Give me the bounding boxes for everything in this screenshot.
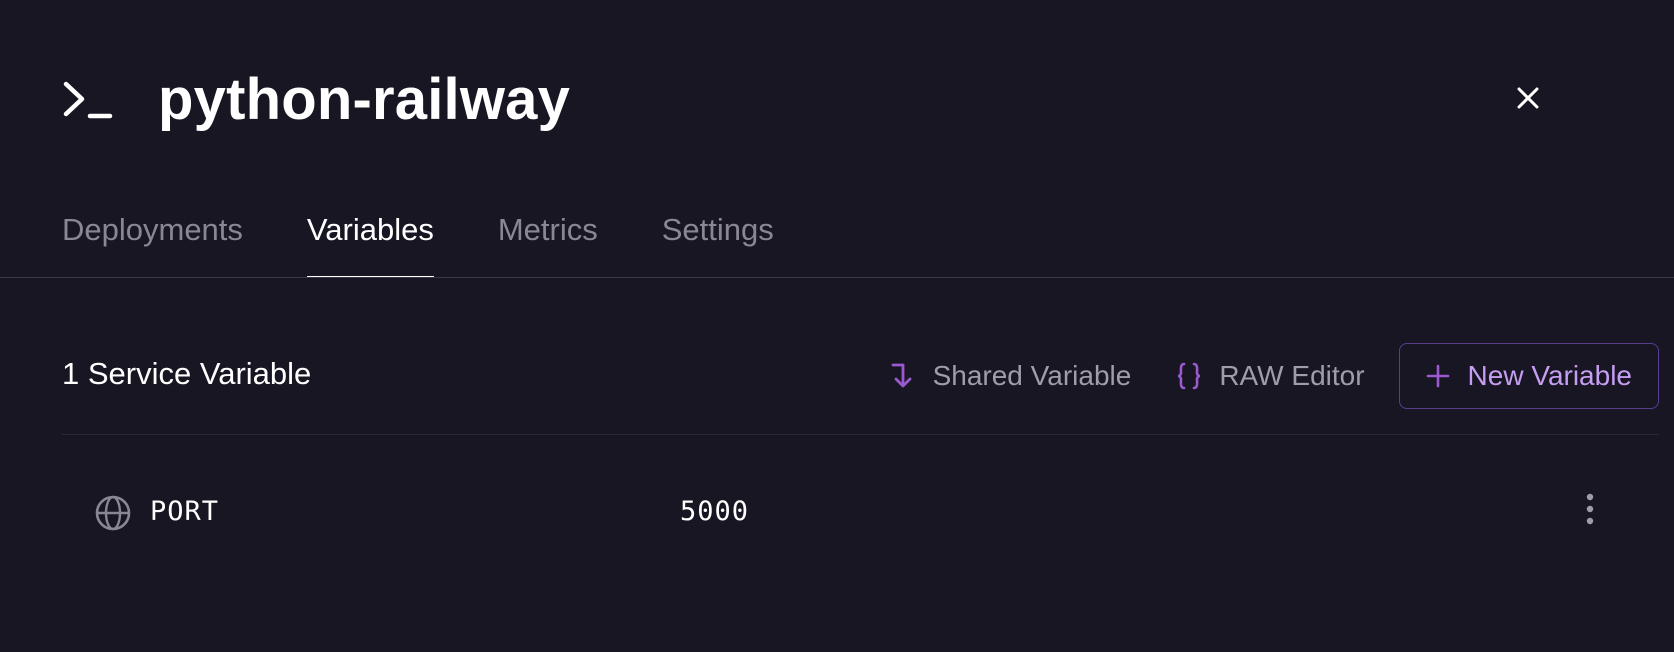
variable-name: PORT <box>150 496 220 527</box>
variables-toolbar: 1 Service Variable Shared Variable RAW E… <box>62 342 1659 410</box>
tabs-divider <box>0 277 1674 278</box>
terminal-icon <box>62 70 122 130</box>
new-variable-button[interactable]: New Variable <box>1398 343 1659 409</box>
service-panel: python-railway Deployments Variables Met… <box>0 0 1674 652</box>
variable-value: 5000 <box>680 496 750 527</box>
tab-settings[interactable]: Settings <box>662 200 774 278</box>
page-title: python-railway <box>158 67 571 132</box>
tab-variables[interactable]: Variables <box>306 200 434 278</box>
braces-icon <box>1175 361 1203 391</box>
shared-variable-button[interactable]: Shared Variable <box>889 360 1132 392</box>
panel-header: python-railway <box>62 60 570 140</box>
variable-row[interactable]: PORT 5000 <box>62 476 1659 550</box>
close-button[interactable] <box>1510 82 1546 118</box>
arrow-down-right-icon <box>889 361 917 391</box>
raw-editor-label: RAW Editor <box>1219 360 1365 391</box>
tab-deployments[interactable]: Deployments <box>62 200 243 278</box>
plus-icon <box>1426 364 1450 388</box>
tab-bar: Deployments Variables Metrics Settings <box>62 200 838 278</box>
more-vertical-icon <box>1585 492 1595 531</box>
close-icon <box>1517 87 1539 114</box>
tab-metrics[interactable]: Metrics <box>498 200 598 278</box>
variable-more-button[interactable] <box>1575 490 1605 532</box>
shared-variable-label: Shared Variable <box>932 360 1132 391</box>
variable-count-title: 1 Service Variable <box>62 356 312 391</box>
raw-editor-button[interactable]: RAW Editor <box>1175 360 1365 392</box>
toolbar-actions: Shared Variable RAW Editor New Variable <box>845 342 1659 410</box>
toolbar-divider <box>62 434 1659 435</box>
globe-icon <box>94 494 132 532</box>
new-variable-label: New Variable <box>1467 360 1632 391</box>
